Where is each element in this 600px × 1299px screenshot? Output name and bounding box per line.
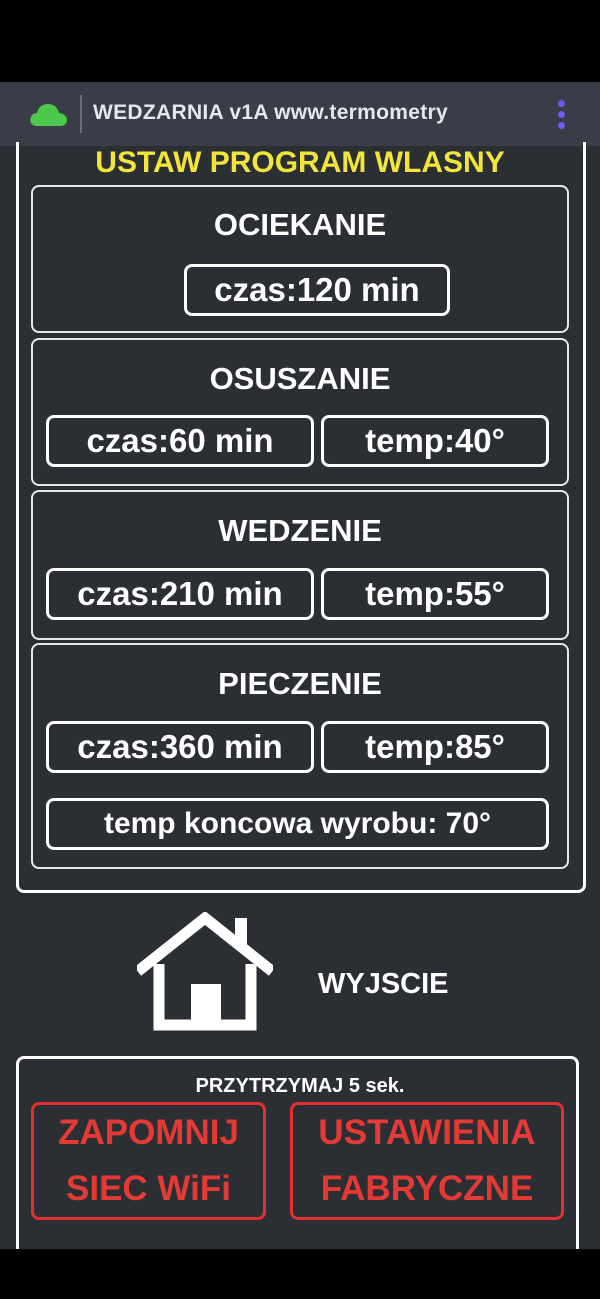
section-title: OCIEKANIE bbox=[213, 207, 387, 242]
exit-button-label[interactable]: WYJSCIE bbox=[318, 968, 449, 1001]
forget-wifi-line1: ZAPOMNIJ bbox=[58, 1113, 239, 1152]
wedzenie-czas-button[interactable]: czas:210 min bbox=[46, 568, 314, 620]
factory-reset-line2: FABRYCZNE bbox=[320, 1169, 534, 1208]
factory-reset-line1: USTAWIENIA bbox=[318, 1113, 536, 1152]
section-pieczenie: PIECZENIE czas:360 min temp:85° temp kon… bbox=[31, 643, 569, 869]
program-title: USTAW PROGRAM WLASNY bbox=[95, 146, 505, 179]
nav-bar-area bbox=[0, 1249, 600, 1299]
hold-note: PRZYTRZYMAJ 5 sek. bbox=[195, 1075, 405, 1097]
ociekanie-czas-button[interactable]: czas:120 min bbox=[184, 264, 450, 316]
browser-bar: WEDZARNIA v1A www.termometry bbox=[0, 82, 600, 146]
section-osuszanie: OSUSZANIE czas:60 min temp:40° bbox=[31, 338, 569, 486]
app-content: USTAW PROGRAM WLASNY OCIEKANIE czas:120 … bbox=[0, 142, 600, 1256]
section-title: PIECZENIE bbox=[218, 666, 382, 701]
wedzenie-temp-button[interactable]: temp:55° bbox=[321, 568, 549, 620]
home-icon[interactable] bbox=[137, 912, 273, 1036]
page-title[interactable]: WEDZARNIA v1A www.termometry bbox=[93, 101, 501, 129]
pieczenie-temp-button[interactable]: temp:85° bbox=[321, 721, 549, 773]
section-wedzenie: WEDZENIE czas:210 min temp:55° bbox=[31, 490, 569, 640]
osuszanie-temp-button[interactable]: temp:40° bbox=[321, 415, 549, 467]
pieczenie-czas-button[interactable]: czas:360 min bbox=[46, 721, 314, 773]
cloud-icon bbox=[30, 104, 67, 126]
section-ociekanie: OCIEKANIE czas:120 min bbox=[31, 185, 569, 333]
more-vert-icon[interactable] bbox=[552, 98, 570, 132]
screen: WEDZARNIA v1A www.termometry USTAW PROGR… bbox=[0, 0, 600, 1299]
section-title: WEDZENIE bbox=[218, 513, 382, 548]
forget-wifi-button[interactable]: ZAPOMNIJ SIEC WiFi bbox=[31, 1102, 266, 1220]
pieczenie-end-temp-button[interactable]: temp koncowa wyrobu: 70° bbox=[46, 798, 549, 850]
section-title: OSUSZANIE bbox=[209, 361, 391, 396]
osuszanie-czas-button[interactable]: czas:60 min bbox=[46, 415, 314, 467]
divider bbox=[80, 95, 82, 133]
factory-reset-button[interactable]: USTAWIENIA FABRYCZNE bbox=[290, 1102, 564, 1220]
forget-wifi-line2: SIEC WiFi bbox=[66, 1169, 231, 1208]
